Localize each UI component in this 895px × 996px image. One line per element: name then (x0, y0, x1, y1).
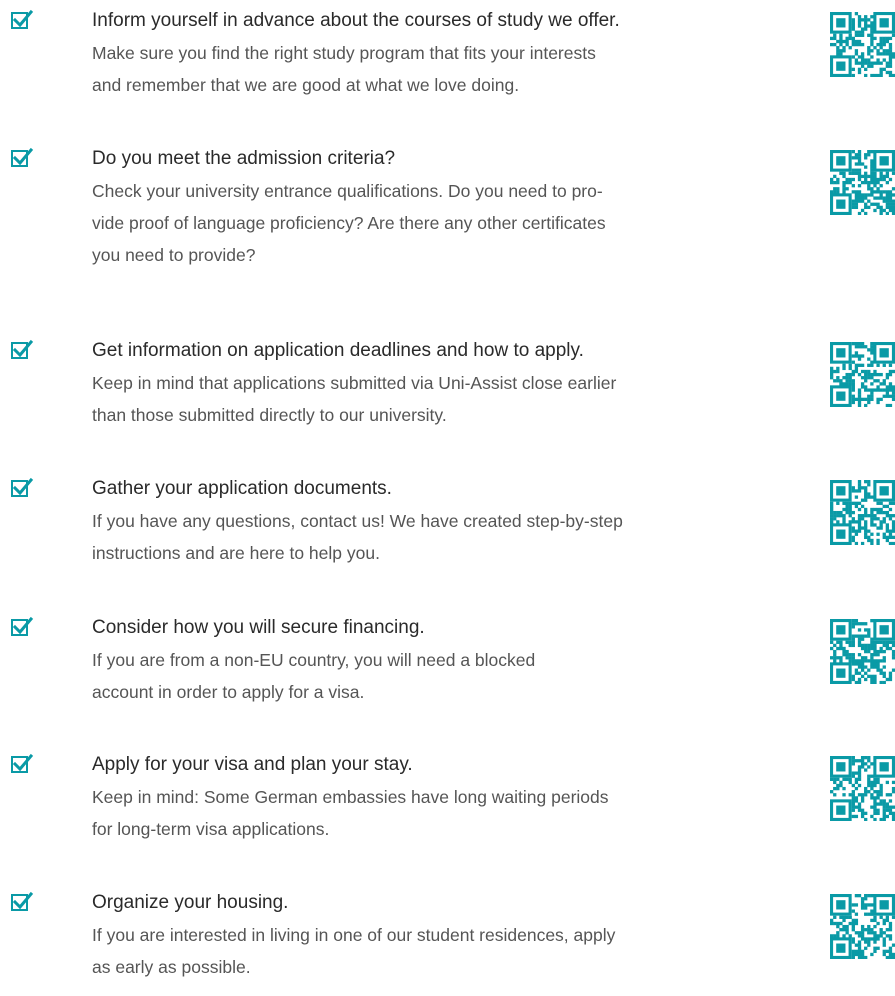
checked-box-icon (11, 616, 34, 636)
qr-code-icon[interactable] (830, 756, 895, 821)
checked-box-icon (11, 339, 34, 359)
item-title: Inform yourself in advance about the cou… (92, 10, 620, 31)
item-title: Gather your application documents. (92, 478, 392, 499)
checked-box-icon (11, 9, 34, 29)
item-description: If you have any questions, contact us! W… (92, 511, 623, 563)
qr-code-icon[interactable] (830, 894, 895, 959)
item-description: Keep in mind that applications submitted… (92, 373, 617, 425)
item-title: Get information on application deadlines… (92, 340, 584, 361)
checklist: Inform yourself in advance about the cou… (0, 0, 895, 996)
item-description: If you are interested in living in one o… (92, 925, 616, 977)
item-title: Do you meet the admission criteria? (92, 148, 396, 169)
item-title: Apply for your visa and plan your stay. (92, 754, 413, 775)
checked-box-icon (11, 891, 34, 911)
item-description: Keep in mind: Some German embassies have… (92, 787, 609, 839)
item-description: Check your university entrance qualifica… (92, 181, 606, 265)
item-title: Organize your housing. (92, 892, 289, 913)
checked-box-icon (11, 147, 34, 167)
qr-code-icon[interactable] (830, 12, 895, 77)
checked-box-icon (11, 477, 34, 497)
qr-code-icon[interactable] (830, 342, 895, 407)
item-title: Consider how you will secure financing. (92, 617, 425, 638)
item-description: If you are from a non-EU country, you wi… (92, 650, 536, 702)
qr-code-icon[interactable] (830, 150, 895, 215)
qr-code-icon[interactable] (830, 619, 895, 684)
checked-box-icon (11, 753, 34, 773)
item-description: Make sure you find the right study progr… (92, 43, 596, 95)
qr-code-icon[interactable] (830, 480, 895, 545)
